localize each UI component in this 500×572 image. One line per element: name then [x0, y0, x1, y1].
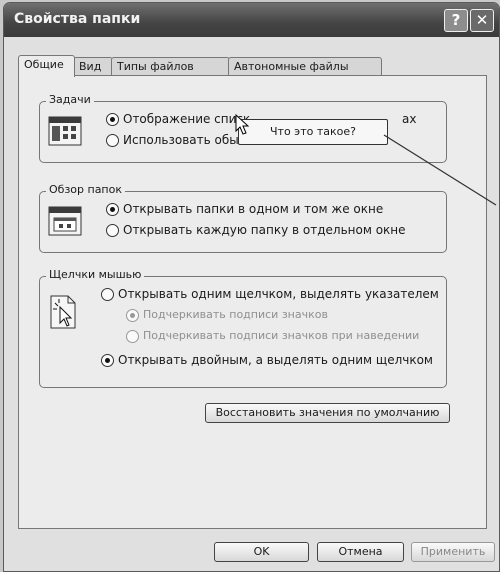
callout-leader-line — [383, 134, 497, 206]
